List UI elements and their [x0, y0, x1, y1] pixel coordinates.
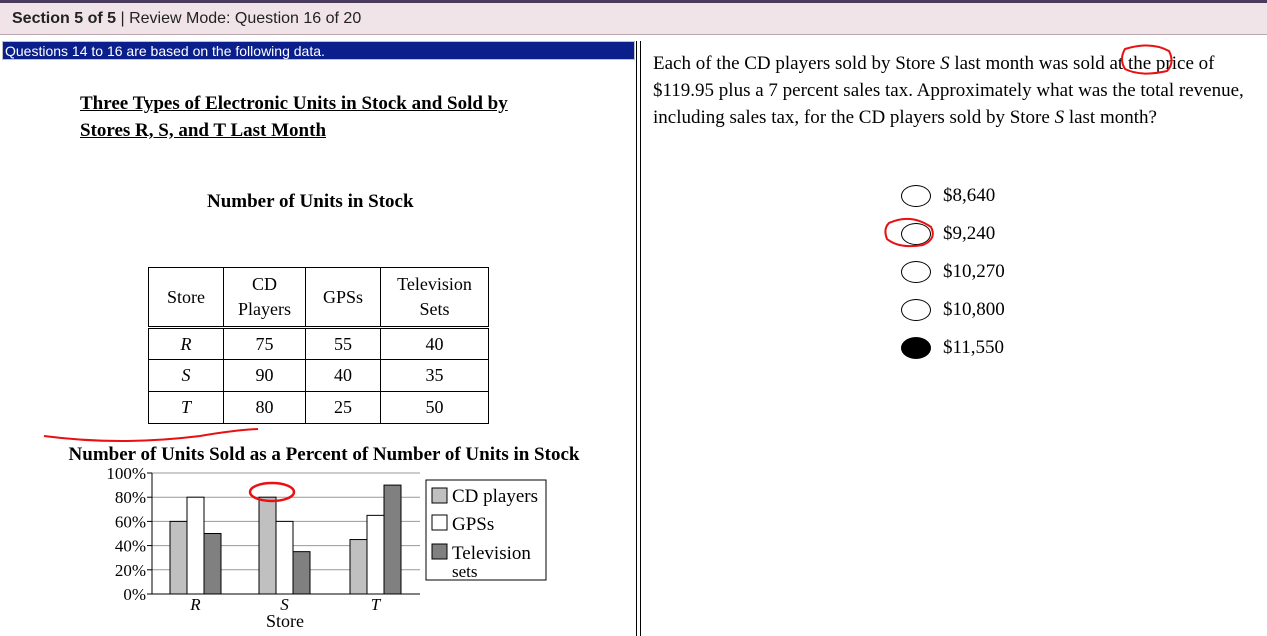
annotation-marks: [884, 44, 1173, 248]
annotation-underline: [43, 428, 259, 442]
sold-circle-annotation: [1121, 44, 1173, 75]
choice-circle-annotation: [884, 217, 934, 248]
question-pane: Each of the CD players sold by Store S l…: [640, 41, 1267, 636]
